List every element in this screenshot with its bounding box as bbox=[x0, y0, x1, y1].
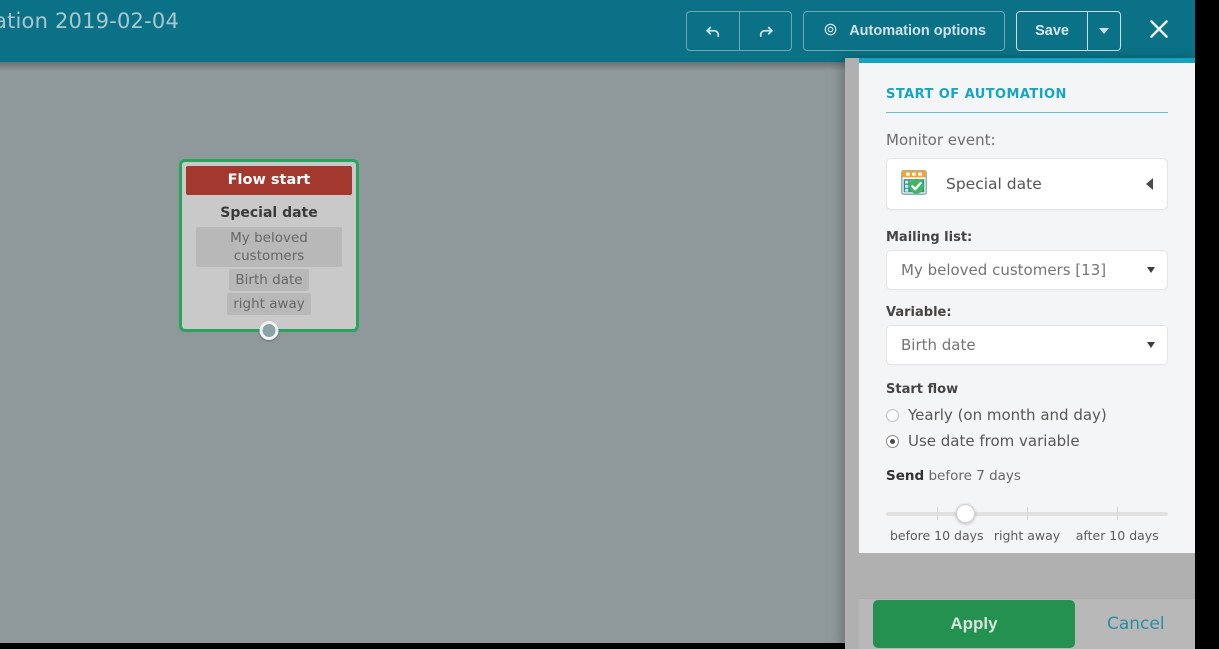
close-button[interactable] bbox=[1139, 11, 1179, 51]
slider-tick bbox=[1117, 507, 1119, 520]
automation-settings-panel: START OF AUTOMATION Monitor event: Speci… bbox=[845, 58, 1195, 649]
undo-redo-group bbox=[686, 11, 793, 51]
slider-tick bbox=[1027, 507, 1028, 520]
node-tag-list: My beloved customers Birth date right aw… bbox=[182, 227, 356, 329]
node-title: Special date bbox=[220, 205, 318, 221]
save-dropdown-button[interactable] bbox=[1087, 12, 1120, 50]
mailing-list-label: Mailing list: bbox=[886, 230, 973, 245]
page-title: ation 2019-02-04 bbox=[0, 9, 180, 33]
calendar-check-icon bbox=[899, 167, 929, 201]
variable-value: Birth date bbox=[901, 336, 976, 354]
undo-button[interactable] bbox=[687, 12, 739, 50]
variable-label: Variable: bbox=[886, 305, 952, 320]
header-toolbar: Automation options Save bbox=[686, 0, 1195, 62]
chevron-down-icon bbox=[1147, 267, 1155, 273]
radio-icon[interactable] bbox=[886, 408, 899, 422]
panel-heading: START OF AUTOMATION bbox=[886, 87, 1168, 113]
redo-button[interactable] bbox=[739, 12, 791, 50]
redo-arrow-icon bbox=[756, 22, 775, 41]
undo-arrow-icon bbox=[704, 22, 723, 41]
chevron-down-icon bbox=[1099, 28, 1109, 34]
start-flow-option-label: Yearly (on month and day) bbox=[908, 406, 1107, 424]
save-button-group: Save bbox=[1016, 11, 1121, 51]
start-flow-option-yearly[interactable]: Yearly (on month and day) bbox=[886, 406, 1168, 424]
slider-handle[interactable] bbox=[955, 504, 975, 523]
automation-editor-window: ation 2019-02-04 Automation options Save… bbox=[0, 0, 1219, 649]
node-tag: right away bbox=[227, 293, 311, 315]
monitor-event-selector[interactable]: Special date bbox=[886, 158, 1168, 210]
variable-select[interactable]: Birth date bbox=[886, 325, 1168, 365]
send-value: before 7 days bbox=[928, 468, 1021, 484]
monitor-event-label: Monitor event: bbox=[886, 131, 996, 149]
automation-options-button[interactable]: Automation options bbox=[803, 11, 1006, 51]
slider-label-max: after 10 days bbox=[1075, 528, 1159, 543]
slider-label-min: before 10 days bbox=[889, 528, 984, 543]
flow-start-node[interactable]: Flow start Special date My beloved custo… bbox=[179, 159, 359, 340]
node-tag: Birth date bbox=[229, 269, 309, 291]
start-flow-option-variable[interactable]: Use date from variable bbox=[886, 432, 1168, 450]
gear-icon bbox=[822, 21, 839, 42]
slider-tick bbox=[936, 507, 938, 520]
connector-dot-icon[interactable] bbox=[259, 321, 279, 340]
monitor-event-value: Special date bbox=[946, 175, 1042, 193]
mailing-list-select[interactable]: My beloved customers [13] bbox=[886, 250, 1168, 290]
node-tag: My beloved customers bbox=[196, 227, 342, 267]
close-x-icon bbox=[1146, 16, 1172, 46]
start-flow-label: Start flow bbox=[886, 382, 959, 397]
node-header-label: Flow start bbox=[186, 166, 352, 195]
send-prefix: Send bbox=[886, 468, 925, 484]
triangle-left-icon[interactable] bbox=[1146, 178, 1153, 190]
radio-icon-selected[interactable] bbox=[886, 434, 899, 448]
cancel-button[interactable]: Cancel bbox=[1107, 614, 1165, 634]
panel-footer-gap bbox=[859, 553, 1195, 598]
chevron-down-icon bbox=[1147, 342, 1155, 348]
panel-footer: Apply Cancel bbox=[859, 598, 1195, 649]
apply-button[interactable]: Apply bbox=[873, 600, 1075, 648]
start-flow-option-label: Use date from variable bbox=[908, 432, 1080, 450]
send-timing-slider[interactable]: before 10 days right away after 10 days bbox=[886, 504, 1168, 552]
send-timing-summary: Send before 7 days bbox=[886, 468, 1168, 484]
mailing-list-value: My beloved customers [13] bbox=[901, 261, 1107, 279]
slider-label-mid: right away bbox=[993, 528, 1061, 543]
automation-options-label: Automation options bbox=[849, 23, 987, 39]
app-header: ation 2019-02-04 Automation options Save bbox=[0, 0, 1195, 62]
save-button[interactable]: Save bbox=[1017, 12, 1087, 50]
panel-content: START OF AUTOMATION Monitor event: Speci… bbox=[859, 63, 1195, 553]
